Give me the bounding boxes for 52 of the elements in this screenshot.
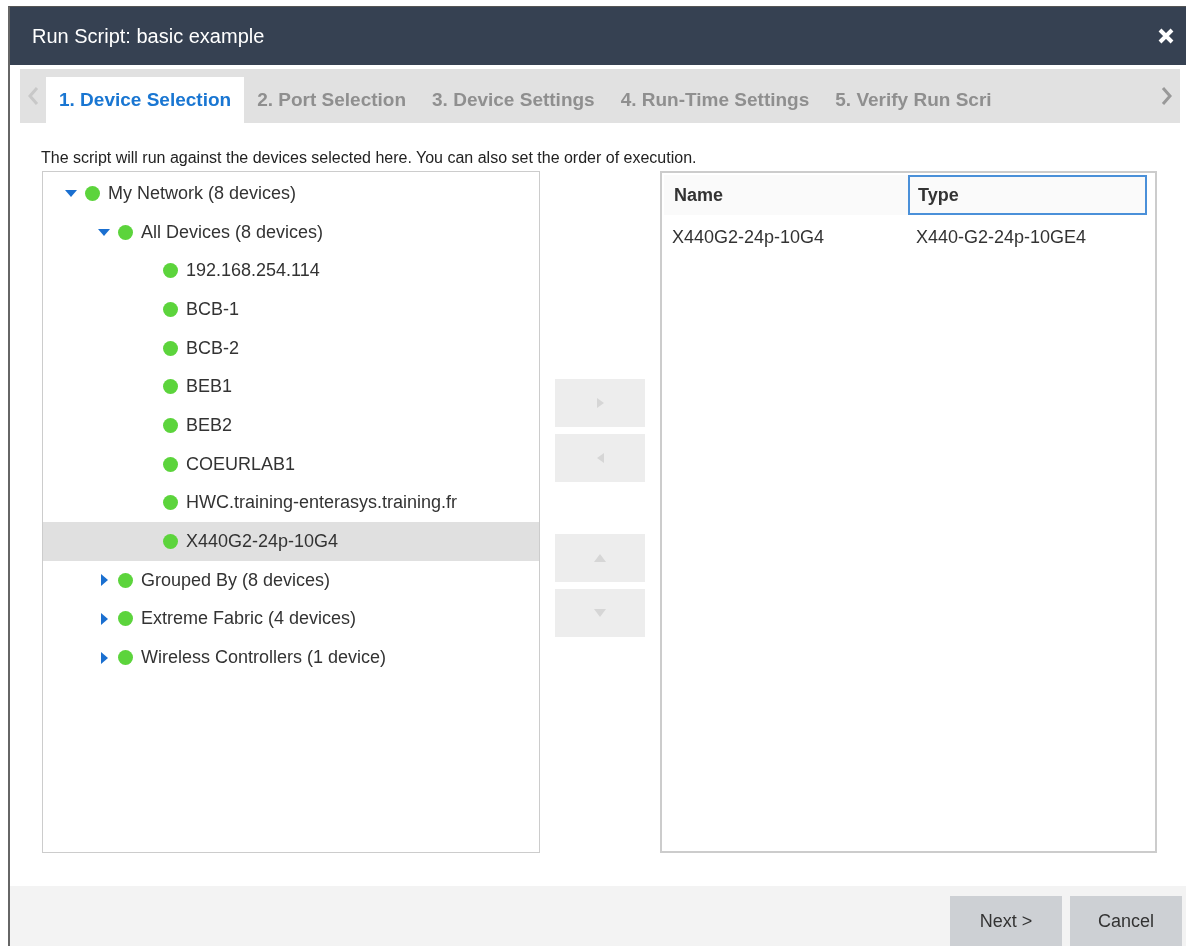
tree-item-label: COEURLAB1: [186, 453, 296, 475]
column-header[interactable]: Name: [664, 175, 908, 215]
tree-item[interactable]: All Devices (8 devices): [43, 212, 539, 252]
status-dot: [118, 650, 133, 666]
tree-item[interactable]: My Network (8 devices): [43, 174, 539, 213]
status-dot: [163, 456, 178, 472]
status-dot: [163, 340, 178, 356]
tree-item-label: 192.168.254.114: [186, 260, 320, 282]
tree-item[interactable]: Extreme Fabric (4 devices): [43, 599, 539, 639]
window-title: Run Script: basic example: [32, 24, 265, 48]
cancel-button[interactable]: Cancel: [1070, 896, 1182, 946]
status-dot: [163, 417, 178, 433]
collapsed-caret-icon[interactable]: [98, 651, 110, 664]
status-dot: [118, 611, 133, 627]
tree-item-label: HWC.training-enterasys.training.fr: [186, 492, 458, 514]
tree-item-label: X440G2-24p-10G4: [186, 531, 339, 553]
collapsed-caret-icon[interactable]: [98, 612, 110, 625]
tree-item-label: Wireless Controllers (1 device): [141, 647, 387, 669]
collapsed-caret-icon[interactable]: [98, 574, 110, 587]
tree-item-label: All Devices (8 devices): [141, 221, 324, 243]
next-button[interactable]: Next >: [950, 896, 1062, 946]
column-header[interactable]: Type: [908, 175, 1147, 215]
tree-item-label: Extreme Fabric (4 devices): [141, 608, 357, 630]
table-cell-text: X440G2-24p-10G4: [671, 226, 826, 248]
tree-item[interactable]: BEB2: [43, 406, 539, 445]
status-dot: [163, 495, 178, 511]
tree-item[interactable]: Grouped By (8 devices): [43, 560, 539, 600]
status-dot: [163, 301, 178, 317]
tree-item-label: BEB1: [186, 376, 233, 398]
tree-item[interactable]: X440G2-24p-10G4: [43, 522, 539, 561]
table-cell-text: X440-G2-24p-10GE4: [915, 226, 1088, 248]
tree-item[interactable]: BCB-1: [43, 290, 539, 329]
wizard-tab[interactable]: 1. Device Selection: [46, 77, 245, 123]
tree-item-label: BCB-2: [186, 337, 239, 359]
tree-item-label: BEB2: [186, 414, 233, 436]
tree-item-label: BCB-1: [186, 298, 239, 320]
tree-item-label: My Network (8 devices): [108, 182, 297, 204]
status-dot: [118, 224, 133, 240]
status-dot: [163, 534, 178, 550]
tree-item[interactable]: COEURLAB1: [43, 444, 539, 484]
tree-item-label: Grouped By (8 devices): [141, 569, 331, 591]
description-text: The script will run against the devices selected here. You can also set the order of execution.: [41, 149, 698, 167]
status-dot: [163, 263, 178, 279]
tree-item[interactable]: BCB-2: [43, 328, 539, 368]
tree-item[interactable]: Wireless Controllers (1 device): [43, 638, 539, 677]
tree-item[interactable]: HWC.training-enterasys.training.fr: [43, 483, 539, 523]
tree-item[interactable]: BEB1: [43, 367, 539, 407]
status-dot: [85, 185, 100, 201]
close-icon[interactable]: [1158, 28, 1174, 44]
tree-item[interactable]: 192.168.254.114: [43, 251, 539, 291]
status-dot: [118, 572, 133, 588]
status-dot: [163, 379, 178, 395]
